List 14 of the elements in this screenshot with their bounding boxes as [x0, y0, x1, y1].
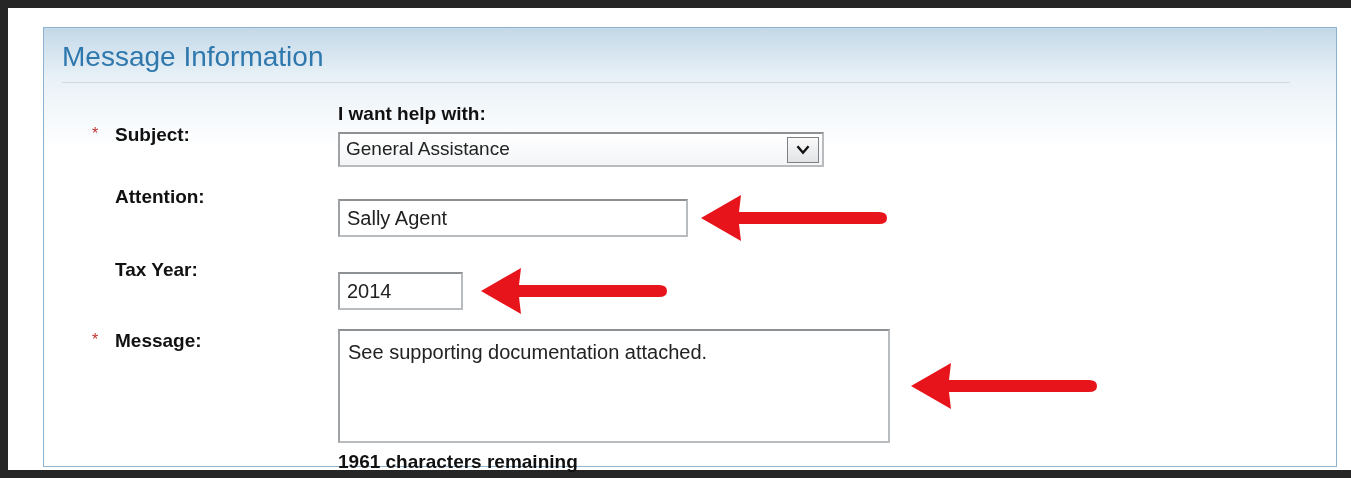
- chevron-icon[interactable]: [787, 136, 819, 163]
- message-field[interactable]: See supporting documentation attached.: [338, 329, 890, 443]
- input-field[interactable]: 2014: [338, 272, 463, 310]
- input-field[interactable]: Sally Agent: [338, 199, 688, 237]
- required-marker: *: [92, 330, 100, 350]
- panel-title: Message Information: [62, 40, 325, 74]
- field-label: Attention:: [115, 185, 205, 209]
- subject-dropdown[interactable]: General Assistance: [338, 132, 824, 167]
- field-caption: I want help with:: [338, 103, 487, 125]
- field-label: Message:: [115, 329, 202, 353]
- field-label: Tax Year:: [115, 258, 198, 282]
- characters-remaining: 1961 characters remaining: [338, 451, 579, 473]
- required-marker: *: [92, 124, 100, 144]
- field-label: Subject:: [115, 123, 190, 147]
